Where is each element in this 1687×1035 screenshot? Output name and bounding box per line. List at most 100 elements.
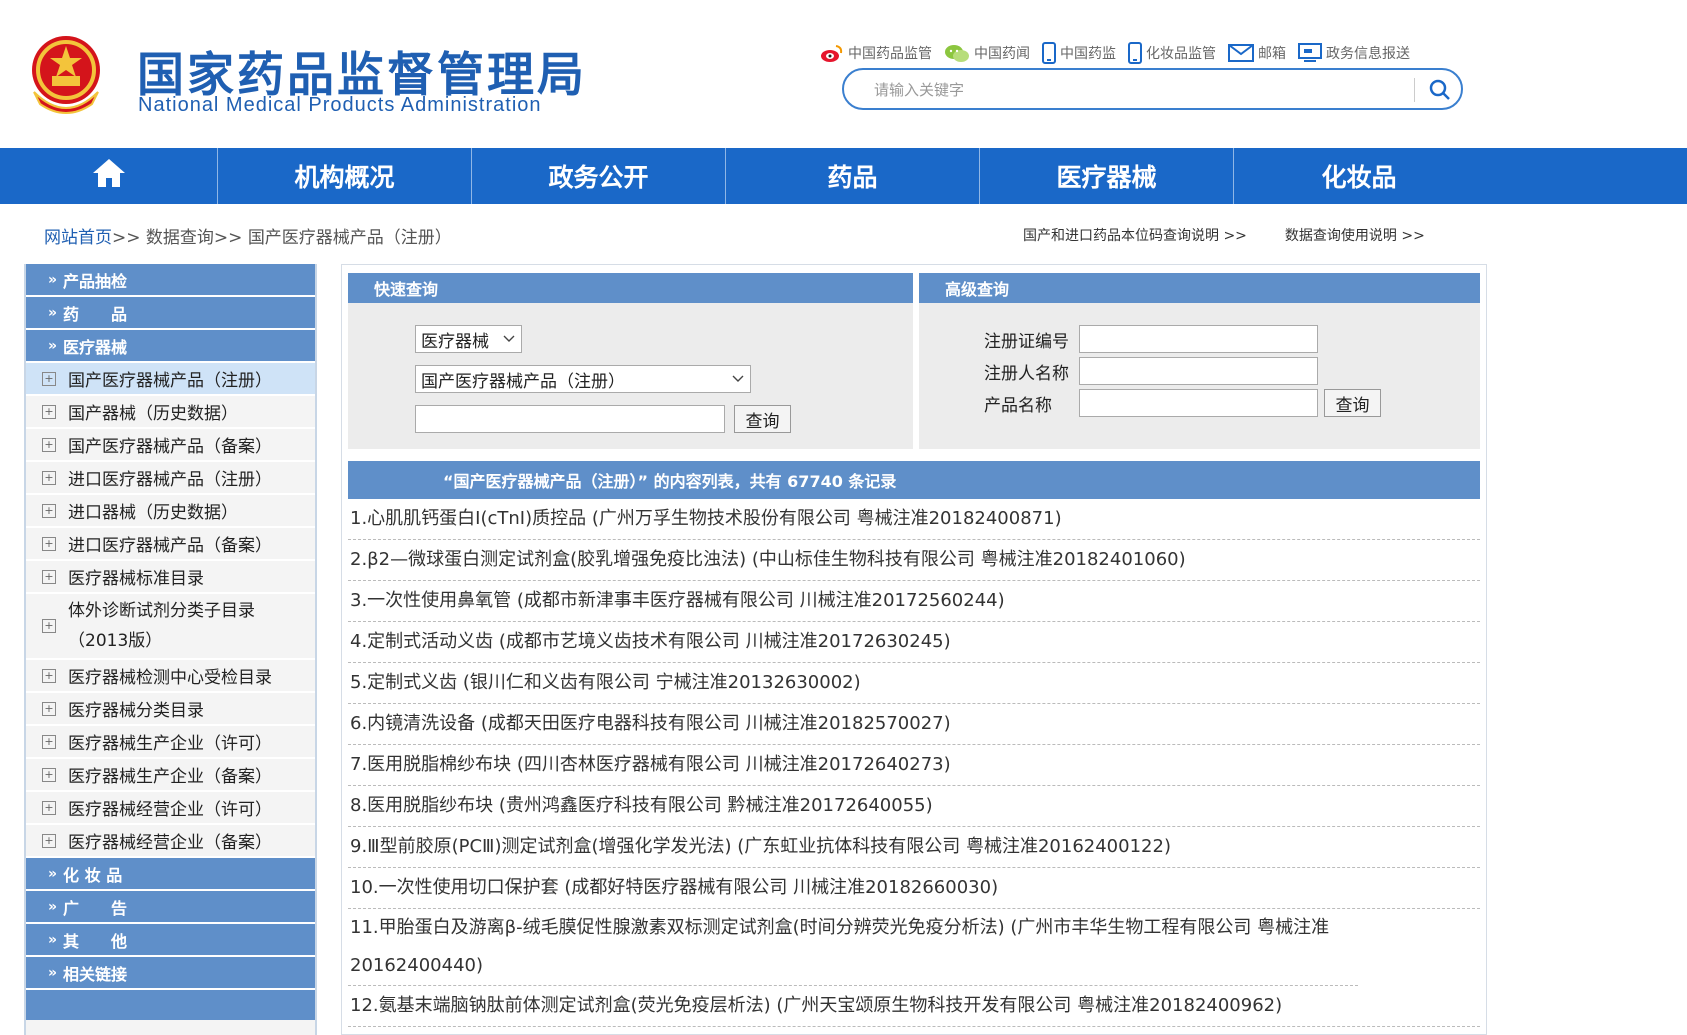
quicklink-gov-info[interactable]: 政务信息报送 xyxy=(1298,42,1410,64)
site-search-input[interactable] xyxy=(874,78,1394,102)
sidebar-item-domestic-filing[interactable]: + 国产医疗器械产品（备案） xyxy=(26,429,315,462)
double-chevron-icon: » xyxy=(48,337,58,354)
quicklink-label: 政务信息报送 xyxy=(1326,46,1410,62)
nav-home[interactable] xyxy=(0,148,218,204)
quicklink-label: 中国药闻 xyxy=(974,46,1030,62)
quicklink-weibo[interactable]: 中国药品监管 xyxy=(820,42,932,64)
result-row[interactable]: 6.内镜清洗设备 (成都天田医疗电器科技有限公司 川械注准20182570027… xyxy=(348,704,1480,745)
sidebar-item-label: 国产医疗器械产品（注册） xyxy=(68,371,272,391)
sidebar-footer-bar xyxy=(26,990,315,1020)
nav-agency-overview[interactable]: 机构概况 xyxy=(218,148,472,204)
mobile-icon xyxy=(1042,42,1056,64)
sidebar-item-label: 体外诊断试剂分类子目录（2013版） xyxy=(68,601,255,651)
reg-no-input[interactable] xyxy=(1079,325,1318,353)
expand-plus-icon: + xyxy=(42,734,56,749)
nav-medical-devices[interactable]: 医疗器械 xyxy=(980,148,1234,204)
quicklink-label: 中国药监 xyxy=(1060,46,1116,62)
sidebar-head-related-links[interactable]: » 相关链接 xyxy=(26,957,315,990)
result-row[interactable]: 1.心肌肌钙蛋白I(cTnI)质控品 (广州万孚生物技术股份有限公司 粤械注准2… xyxy=(348,499,1480,540)
result-row[interactable]: 7.医用脱脂棉纱布块 (四川杏林医疗器械有限公司 川械注准20172640273… xyxy=(348,745,1480,786)
sidebar-item-label: 进口医疗器械产品（注册） xyxy=(68,470,272,490)
quicklink-label: 化妆品监管 xyxy=(1146,46,1216,62)
nav-gov-affairs[interactable]: 政务公开 xyxy=(472,148,726,204)
sidebar-head-other[interactable]: » 其 他 xyxy=(26,924,315,957)
sidebar-item-mfg-license[interactable]: + 医疗器械生产企业（许可） xyxy=(26,726,315,759)
sidebar-item-dist-license[interactable]: + 医疗器械经营企业（许可） xyxy=(26,792,315,825)
expand-plus-icon: + xyxy=(42,767,56,782)
sidebar-item-label: 医疗器械标准目录 xyxy=(68,569,204,589)
sidebar-item-dist-filing[interactable]: + 医疗器械经营企业（备案） xyxy=(26,825,315,858)
sidebar-head-drugs[interactable]: » 药 品 xyxy=(26,297,315,330)
search-icon[interactable] xyxy=(1426,76,1454,104)
quicklink-label: 中国药品监管 xyxy=(848,46,932,62)
sidebar-head-label: 其 他 xyxy=(63,931,128,951)
sidebar-head-cosmetics[interactable]: » 化 妆 品 xyxy=(26,858,315,891)
result-row[interactable]: 2.β2—微球蛋白测定试剂盒(胶乳增强免疫比浊法) (中山标佳生物科技有限公司 … xyxy=(348,540,1480,581)
result-row[interactable]: 3.一次性使用鼻氧管 (成都市新津事丰医疗器械有限公司 川械注准20172560… xyxy=(348,581,1480,622)
breadcrumb-separator: >> xyxy=(112,228,141,248)
quick-keyword-input[interactable] xyxy=(415,405,725,433)
sidebar-item-label: 医疗器械经营企业（备案） xyxy=(68,833,272,853)
product-name-input[interactable] xyxy=(1079,389,1318,417)
sidebar-item-test-center[interactable]: + 医疗器械检测中心受检目录 xyxy=(26,660,315,693)
quicklink-mail[interactable]: 邮箱 xyxy=(1228,42,1286,64)
registrant-input[interactable] xyxy=(1079,357,1318,385)
sidebar-item-import-filing[interactable]: + 进口医疗器械产品（备案） xyxy=(26,528,315,561)
mobile-icon xyxy=(1128,42,1142,64)
sidebar-head-label: 产品抽检 xyxy=(63,271,128,291)
expand-plus-icon: + xyxy=(42,668,56,683)
database-select-value: 国产医疗器械产品（注册） xyxy=(421,371,625,392)
breadcrumb: 网站首页>> 数据查询>> 国产医疗器械产品（注册） xyxy=(44,223,452,248)
quicklink-wechat[interactable]: 中国药闻 xyxy=(944,42,1030,64)
sidebar-item-label: 医疗器械检测中心受检目录 xyxy=(68,668,272,688)
registrant-label: 注册人名称 xyxy=(984,364,1069,384)
expand-plus-icon: + xyxy=(42,833,56,848)
sidebar-head-devices[interactable]: » 医疗器械 xyxy=(26,330,315,363)
result-row[interactable]: 9.Ⅲ型前胶原(PCⅢ)测定试剂盒(增强化学发光法) (广东虹业抗体科技有限公司… xyxy=(348,827,1480,868)
result-row[interactable]: 10.一次性使用切口保护套 (成都好特医疗器械有限公司 川械注准20182660… xyxy=(348,868,1480,909)
category-select[interactable]: 医疗器械 xyxy=(415,325,522,353)
result-row[interactable]: 11.甲胎蛋白及游离β-绒毛膜促性腺激素双标测定试剂盒(时间分辨荧光免疫分析法)… xyxy=(348,909,1358,986)
expand-plus-icon: + xyxy=(42,371,56,386)
expand-plus-icon: + xyxy=(42,800,56,815)
result-row[interactable]: 12.氨基末端脑钠肽前体测定试剂盒(荧光免疫层析法) (广州天宝颂原生物科技开发… xyxy=(348,986,1480,1027)
result-row[interactable]: 8.医用脱脂纱布块 (贵州鸿鑫医疗科技有限公司 黔械注准20172640055) xyxy=(348,786,1480,827)
sidebar-item-mfg-filing[interactable]: + 医疗器械生产企业（备案） xyxy=(26,759,315,792)
expand-plus-icon: + xyxy=(42,569,56,584)
advanced-query-panel: 高级查询 注册证编号 注册人名称 产品名称 查询 xyxy=(919,273,1480,449)
sidebar-head-label: 医疗器械 xyxy=(63,337,128,357)
sidebar-item-label: 医疗器械生产企业（许可） xyxy=(68,734,272,754)
category-select-value: 医疗器械 xyxy=(421,331,489,352)
sidebar-head-product-check[interactable]: » 产品抽检 xyxy=(26,264,315,297)
sidebar-item-import-history[interactable]: + 进口器械（历史数据） xyxy=(26,495,315,528)
sidebar-item-domestic-history[interactable]: + 国产器械（历史数据） xyxy=(26,396,315,429)
quicklink-app-drug[interactable]: 中国药监 xyxy=(1042,42,1116,64)
sidebar-item-domestic-reg[interactable]: + 国产医疗器械产品（注册） xyxy=(26,363,315,396)
database-select[interactable]: 国产医疗器械产品（注册） xyxy=(415,365,751,393)
result-row[interactable]: 4.定制式活动义齿 (成都市艺境义齿技术有限公司 川械注准20172630245… xyxy=(348,622,1480,663)
data-query-help-link[interactable]: 数据查询使用说明 >> xyxy=(1285,225,1425,245)
advanced-query-title: 高级查询 xyxy=(919,273,1480,303)
drug-code-help-link[interactable]: 国产和进口药品本位码查询说明 >> xyxy=(1023,225,1247,245)
sidebar-item-classification[interactable]: + 医疗器械分类目录 xyxy=(26,693,315,726)
breadcrumb-home-link[interactable]: 网站首页 xyxy=(44,228,112,248)
nav-drugs[interactable]: 药品 xyxy=(726,148,980,204)
national-emblem-logo xyxy=(26,32,106,122)
breadcrumb-data-query[interactable]: 数据查询 xyxy=(146,228,214,248)
main-nav: 机构概况 政务公开 药品 医疗器械 化妆品 xyxy=(0,148,1687,204)
sidebar-item-label: 医疗器械经营企业（许可） xyxy=(68,800,272,820)
sidebar-item-label: 国产器械（历史数据） xyxy=(68,404,238,424)
sidebar-item-import-reg[interactable]: + 进口医疗器械产品（注册） xyxy=(26,462,315,495)
quicklink-app-cosmetics[interactable]: 化妆品监管 xyxy=(1128,42,1216,64)
quick-query-button[interactable]: 查询 xyxy=(734,405,791,433)
expand-plus-icon: + xyxy=(42,619,56,633)
result-row[interactable]: 5.定制式义齿 (银川仁和义齿有限公司 宁械注准20132630002) xyxy=(348,663,1480,704)
header-quicklinks: 中国药品监管 中国药闻 中国药监 化妆品监管 邮箱 政务信息报送 xyxy=(820,42,1410,64)
quicklink-label: 邮箱 xyxy=(1258,46,1286,62)
double-chevron-icon: » xyxy=(48,304,58,321)
nav-cosmetics[interactable]: 化妆品 xyxy=(1234,148,1484,204)
advanced-query-button[interactable]: 查询 xyxy=(1324,389,1381,417)
sidebar-item-standards[interactable]: + 医疗器械标准目录 xyxy=(26,561,315,594)
sidebar-item-ivd-catalog[interactable]: + 体外诊断试剂分类子目录（2013版） xyxy=(26,594,315,660)
sidebar-head-ads[interactable]: » 广 告 xyxy=(26,891,315,924)
